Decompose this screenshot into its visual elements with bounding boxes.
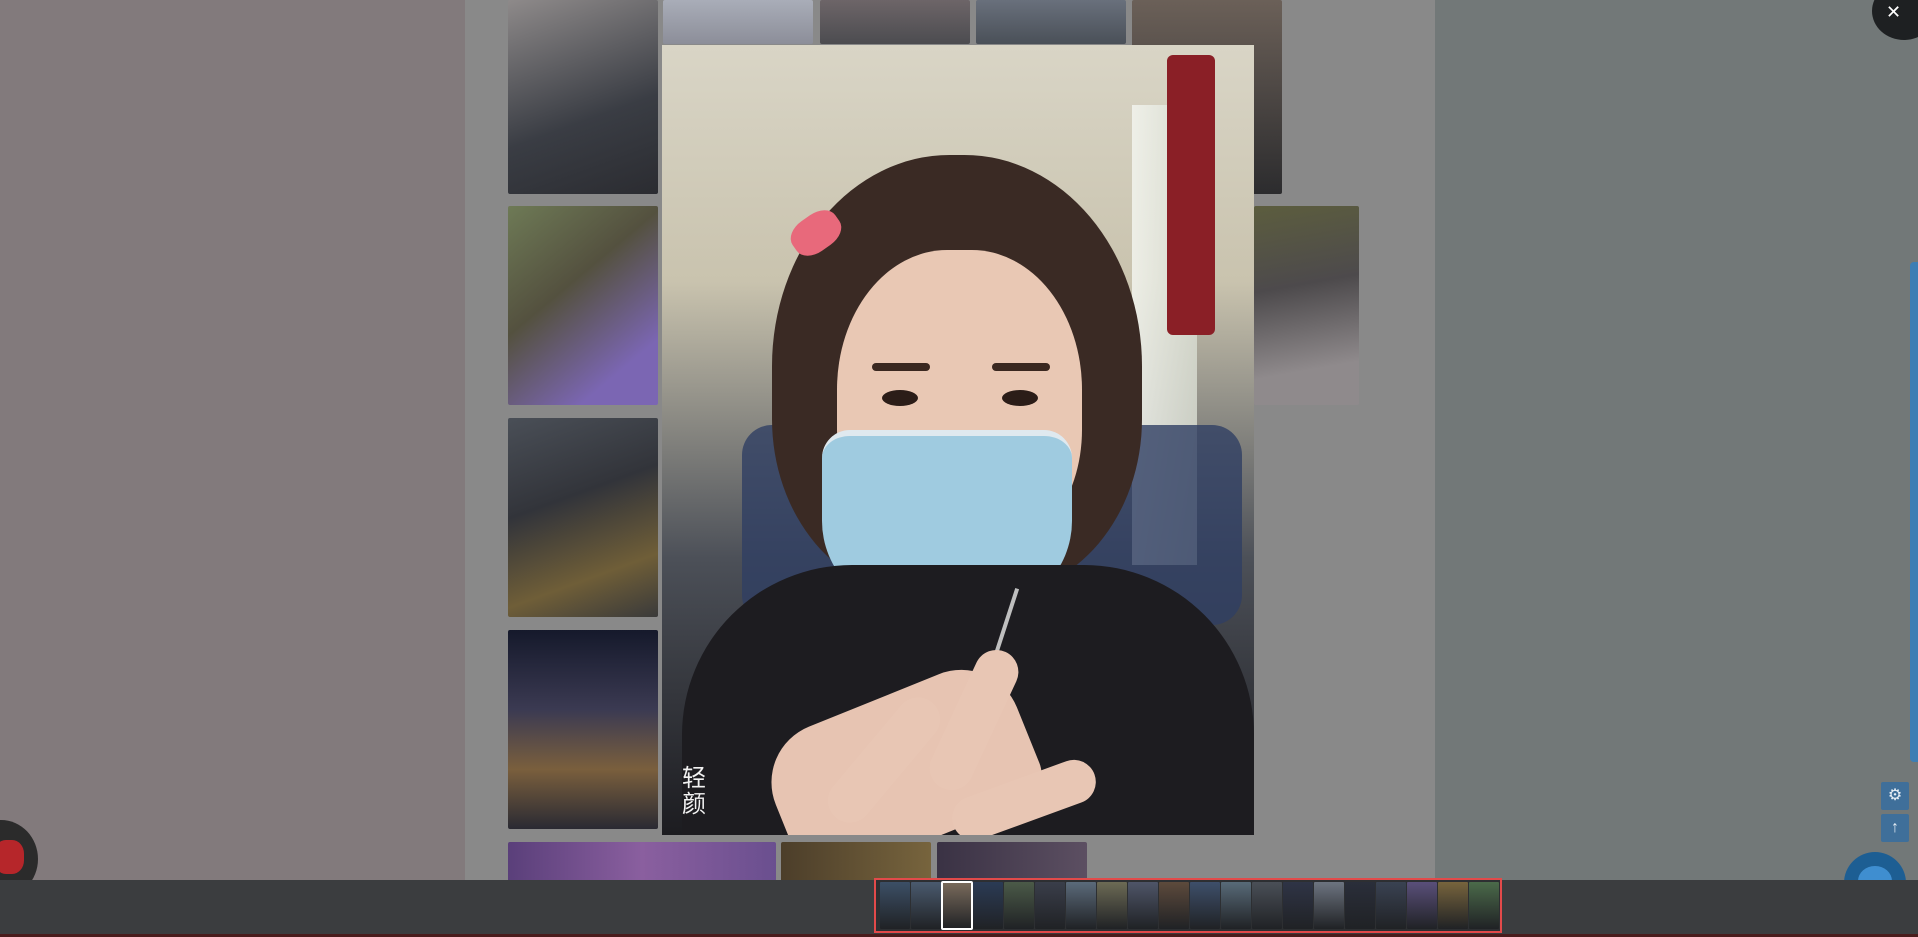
filmstrip-thumbnail[interactable] [1097,882,1127,929]
gallery-photo[interactable] [508,206,658,405]
gallery-photo[interactable] [976,0,1126,44]
settings-button[interactable]: ⚙ [1881,782,1909,810]
page-background-left [0,0,465,880]
filmstrip-thumbnail[interactable] [1252,882,1282,929]
gear-icon: ⚙ [1887,787,1903,804]
filmstrip-thumbnail[interactable] [880,882,910,929]
filmstrip-thumbnail[interactable] [941,881,973,930]
grab-handle [1167,55,1215,335]
gallery-photo[interactable] [937,842,1087,882]
brow-right [992,363,1050,371]
filmstrip-thumbnail[interactable] [1314,882,1344,929]
filmstrip-thumbnail[interactable] [1190,882,1220,929]
scrollbar[interactable] [1910,262,1918,762]
filmstrip-thumbnail[interactable] [1221,882,1251,929]
page-background-right [1435,0,1918,880]
eye-left [882,390,918,406]
gallery-photo[interactable] [781,842,931,882]
gallery-photo[interactable] [508,0,658,194]
filmstrip-thumbnail[interactable] [1035,882,1065,929]
eye-right [1002,390,1038,406]
filmstrip-thumbnail[interactable] [1438,882,1468,929]
thumbnail-strip[interactable] [874,878,1502,933]
gallery-photo[interactable] [508,418,658,617]
filmstrip-thumbnail[interactable] [973,882,1003,929]
back-to-top-button[interactable]: ↑ [1881,814,1909,842]
filmstrip-thumbnail[interactable] [1345,882,1375,929]
filmstrip-thumbnail[interactable] [1128,882,1158,929]
close-icon: ✕ [1886,2,1902,22]
gallery-photo[interactable] [820,0,970,44]
gallery-photo[interactable] [508,630,658,829]
filmstrip-thumbnail[interactable] [911,882,941,929]
filmstrip-thumbnail[interactable] [1407,882,1437,929]
filmstrip-thumbnail[interactable] [1066,882,1096,929]
photo-watermark: 轻 颜 [682,764,706,818]
arrow-up-icon: ↑ [1891,819,1899,836]
filmstrip-thumbnail[interactable] [1469,882,1499,929]
gallery-photo[interactable] [1254,206,1359,405]
lightbox-image[interactable]: 轻 颜 [662,45,1254,835]
filmstrip-thumbnail[interactable] [1004,882,1034,929]
filmstrip-thumbnail[interactable] [1159,882,1189,929]
filmstrip-thumbnail[interactable] [1283,882,1313,929]
gallery-photo[interactable] [663,0,813,44]
brow-left [872,363,930,371]
gallery-photo[interactable] [508,842,776,882]
filmstrip-thumbnail[interactable] [1376,882,1406,929]
